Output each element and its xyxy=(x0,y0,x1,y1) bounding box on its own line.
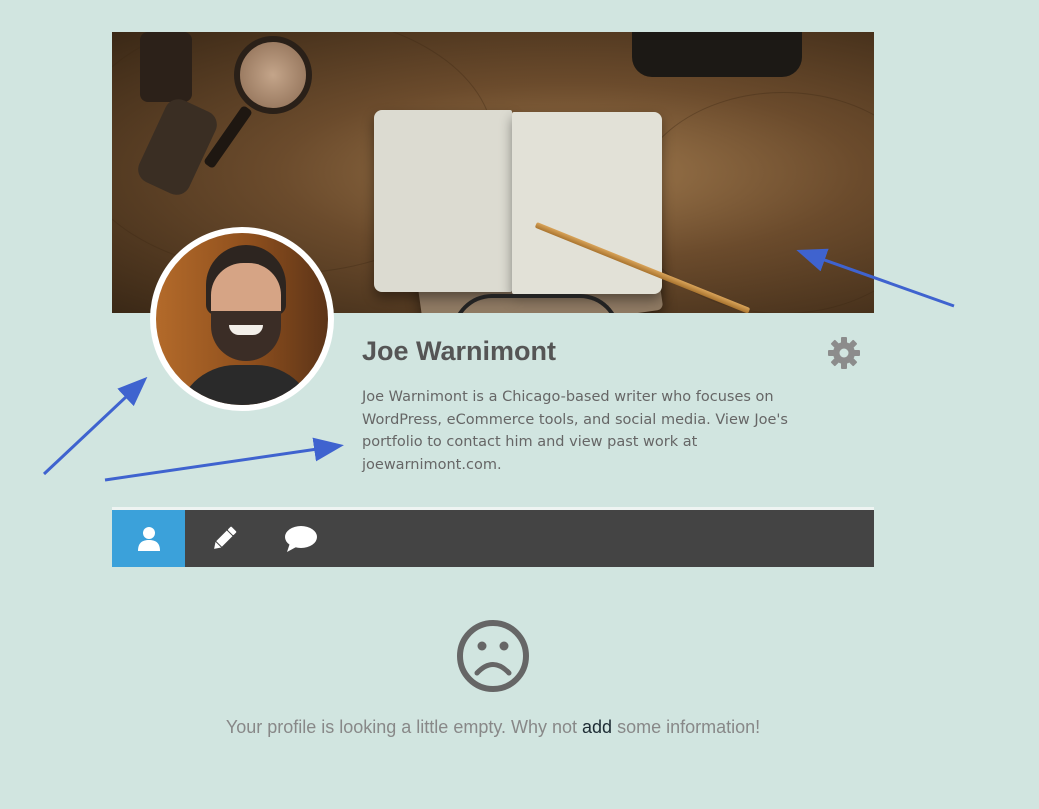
comment-icon xyxy=(284,525,317,552)
arrow-to-bio xyxy=(104,437,344,482)
gear-icon[interactable] xyxy=(826,335,862,371)
pencil-icon xyxy=(213,526,236,549)
sad-face-icon xyxy=(457,620,529,692)
profile-tab-bar xyxy=(112,510,874,567)
user-icon xyxy=(137,526,160,551)
profile-bio: Joe Warnimont is a Chicago-based writer … xyxy=(362,389,788,473)
notebook-page-left xyxy=(374,110,512,292)
empty-message-text-end: some information! xyxy=(612,717,761,737)
tab-comments[interactable] xyxy=(262,510,339,567)
camera xyxy=(632,32,802,77)
arrow-to-avatar xyxy=(42,376,148,476)
add-info-link[interactable]: add xyxy=(582,717,612,737)
avatar[interactable] xyxy=(150,227,334,411)
thread-spool xyxy=(140,32,192,102)
eyeglasses xyxy=(452,294,620,313)
avatar-beard xyxy=(211,311,281,361)
magnifier-lens xyxy=(234,36,312,114)
avatar-shirt xyxy=(176,365,316,405)
avatar-smile xyxy=(229,325,263,335)
tab-posts[interactable] xyxy=(185,510,262,567)
tab-profile[interactable] xyxy=(112,510,185,567)
empty-message-text: Your profile is looking a little empty. … xyxy=(225,717,583,737)
profile-page: Joe Warnimont Joe Warnimont is a Chicago… xyxy=(0,0,1039,809)
profile-name: Joe Warnimont xyxy=(362,336,557,366)
avatar-photo xyxy=(156,233,328,405)
empty-profile-message: Your profile is looking a little empty. … xyxy=(0,717,986,738)
